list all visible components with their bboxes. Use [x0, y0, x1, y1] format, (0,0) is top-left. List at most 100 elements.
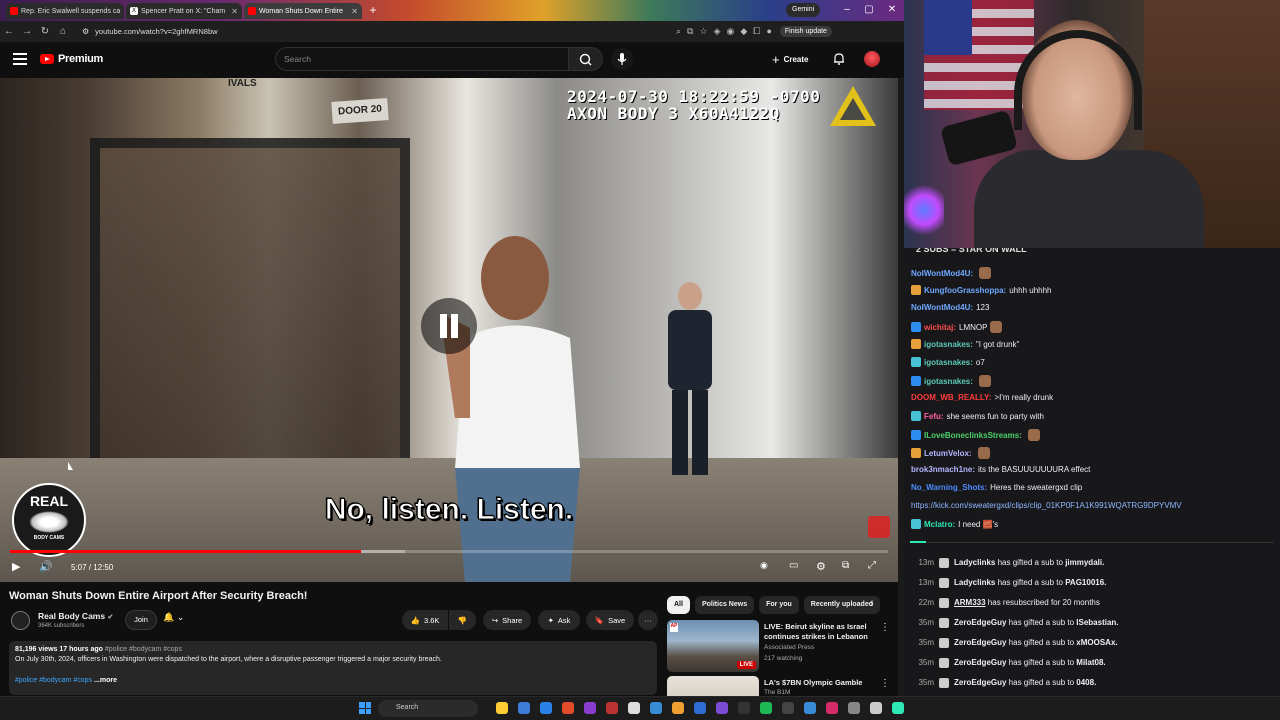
- taskbar-app-icon[interactable]: [606, 702, 618, 714]
- event-user[interactable]: ARM333: [954, 598, 986, 607]
- taskbar-app-icon[interactable]: [694, 702, 706, 714]
- event-user[interactable]: Ladyclinks: [954, 558, 995, 567]
- tab-spencer-pratt[interactable]: X Spencer Pratt on X: "Cham ✕: [126, 3, 242, 19]
- description-box[interactable]: 81,196 views 17 hours ago #police #bodyc…: [9, 641, 657, 695]
- close-window-button[interactable]: ✕: [885, 3, 899, 17]
- extension-icon[interactable]: ◉: [726, 26, 734, 37]
- taskbar-app-icon[interactable]: [760, 702, 772, 714]
- channel-avatar[interactable]: [11, 611, 30, 630]
- event-user[interactable]: Ladyclinks: [954, 578, 995, 587]
- taskbar-app-icon[interactable]: [540, 702, 552, 714]
- tab-woman-shuts-down[interactable]: Woman Shuts Down Entire ✕: [244, 3, 362, 19]
- fullscreen-icon[interactable]: ⤢: [868, 560, 876, 571]
- close-tab-icon[interactable]: ✕: [231, 7, 238, 16]
- close-tab-icon[interactable]: ✕: [123, 7, 124, 16]
- extension-icon[interactable]: ◈: [714, 26, 721, 37]
- minimize-button[interactable]: –: [840, 3, 854, 17]
- chip-politics-news[interactable]: Politics News: [694, 596, 755, 614]
- taskbar-app-icon[interactable]: [650, 702, 662, 714]
- gemini-button[interactable]: Gemini: [786, 3, 821, 17]
- voice-search-button[interactable]: [611, 48, 633, 70]
- ask-button[interactable]: ✦ Ask: [538, 610, 580, 630]
- chat-username[interactable]: NoIWontMod4U:: [911, 303, 973, 312]
- profile-icon[interactable]: ●: [766, 26, 771, 37]
- bell-icon[interactable]: [832, 52, 846, 66]
- back-icon[interactable]: ←: [0, 26, 18, 37]
- show-more-link[interactable]: ...more: [94, 677, 117, 684]
- chip-for-you[interactable]: For you: [759, 596, 799, 614]
- play-icon[interactable]: ▶: [12, 560, 20, 573]
- chat-username[interactable]: wichitaj:: [924, 323, 956, 332]
- related-video-title[interactable]: LIVE: Beirut skyline as Israel continues…: [764, 622, 874, 642]
- chat-username[interactable]: Mclatro:: [924, 520, 955, 529]
- tab-swalwell[interactable]: Rep. Eric Swalwell suspends ca ✕: [6, 3, 124, 19]
- event-target[interactable]: Milat08.: [1076, 658, 1105, 667]
- taskbar-app-icon[interactable]: [892, 702, 904, 714]
- event-user[interactable]: ZeroEdgeGuy: [954, 678, 1006, 687]
- avatar[interactable]: [864, 51, 880, 67]
- search-input[interactable]: Search: [275, 47, 569, 71]
- chat-username[interactable]: No_Warning_Shots:: [911, 483, 987, 492]
- home-icon[interactable]: ⌂: [54, 26, 72, 37]
- create-button[interactable]: + Create: [772, 50, 809, 68]
- event-target[interactable]: ISebastian.: [1076, 618, 1118, 627]
- video-player[interactable]: IVALS DOOR 20 2024-07-30 18:22:59 -0700 …: [0, 78, 898, 582]
- chat-username[interactable]: LetumVelox:: [924, 449, 972, 458]
- chat-username[interactable]: igotasnakes:: [924, 358, 973, 367]
- search-button[interactable]: [569, 47, 603, 71]
- chat-username[interactable]: Fefu:: [924, 412, 944, 421]
- cast-icon[interactable]: ⧉: [687, 26, 693, 37]
- notification-bell-dropdown[interactable]: 🔔 ⌄: [163, 612, 197, 628]
- taskbar-app-icon[interactable]: [716, 702, 728, 714]
- taskbar-app-icon[interactable]: [870, 702, 882, 714]
- video-thumbnail[interactable]: [667, 676, 759, 696]
- pause-button[interactable]: [421, 298, 477, 354]
- settings-gear-icon[interactable]: ⚙: [816, 560, 826, 573]
- taskbar-app-icon[interactable]: [584, 702, 596, 714]
- more-vert-icon[interactable]: ⋮: [880, 678, 890, 689]
- taskbar-app-icon[interactable]: [518, 702, 530, 714]
- event-target[interactable]: 0408.: [1076, 678, 1096, 687]
- extension-icon[interactable]: ◆: [740, 26, 747, 37]
- taskbar-app-icon[interactable]: [672, 702, 684, 714]
- chevron-right-icon[interactable]: ›: [870, 598, 874, 610]
- event-user[interactable]: ZeroEdgeGuy: [954, 658, 1006, 667]
- share-button[interactable]: ↪ Share: [483, 610, 531, 630]
- close-tab-icon[interactable]: ✕: [351, 7, 358, 16]
- save-button[interactable]: 🔖 Save: [586, 610, 634, 630]
- chat-username[interactable]: igotasnakes:: [924, 340, 973, 349]
- site-info-icon[interactable]: ⚙: [82, 27, 89, 36]
- progress-bar[interactable]: [10, 550, 888, 553]
- youtube-premium-logo[interactable]: Premium: [40, 53, 103, 65]
- event-target[interactable]: jimmydali.: [1065, 558, 1104, 567]
- taskbar-app-icon[interactable]: [826, 702, 838, 714]
- related-video-item[interactable]: AP LIVE LIVE: Beirut skyline as Israel c…: [667, 620, 892, 674]
- join-button[interactable]: Join: [125, 610, 157, 630]
- maximize-button[interactable]: ▢: [862, 3, 876, 17]
- miniplayer-icon[interactable]: ⧉: [842, 560, 849, 571]
- taskbar-app-icon[interactable]: [804, 702, 816, 714]
- taskbar-app-icon[interactable]: [738, 702, 750, 714]
- chat-username[interactable]: brok3nmach1ne:: [911, 465, 975, 474]
- windows-start-icon[interactable]: [359, 702, 371, 714]
- channel-watermark-logo[interactable]: REAL BODY CAMS: [12, 483, 86, 557]
- taskbar-app-icon[interactable]: [562, 702, 574, 714]
- autoplay-toggle[interactable]: ◉: [760, 560, 768, 571]
- chat-username[interactable]: DOOM_WB_REALLY:: [911, 393, 991, 402]
- event-user[interactable]: ZeroEdgeGuy: [954, 638, 1006, 647]
- finish-update-button[interactable]: Finish update: [779, 26, 832, 37]
- extensions-puzzle-icon[interactable]: ⧠: [753, 26, 760, 37]
- bookmark-star-icon[interactable]: ☆: [699, 26, 707, 37]
- event-user[interactable]: ZeroEdgeGuy: [954, 618, 1006, 627]
- like-button[interactable]: 👍 3.6K: [402, 610, 448, 630]
- volume-icon[interactable]: 🔊: [39, 560, 53, 573]
- subscribe-watermark-icon[interactable]: [868, 516, 890, 538]
- chip-all[interactable]: All: [667, 596, 690, 614]
- taskbar-app-icon[interactable]: [496, 702, 508, 714]
- reload-icon[interactable]: ↻: [36, 26, 54, 37]
- related-video-title[interactable]: LA's $7BN Olympic Gamble: [764, 678, 874, 688]
- more-vert-icon[interactable]: ⋮: [880, 622, 890, 633]
- event-target[interactable]: PAG10016.: [1065, 578, 1106, 587]
- chat-username[interactable]: KungfooGrasshoppa:: [924, 286, 1006, 295]
- chat-link[interactable]: https://kick.com/sweatergxd/clips/clip_0…: [911, 501, 1182, 510]
